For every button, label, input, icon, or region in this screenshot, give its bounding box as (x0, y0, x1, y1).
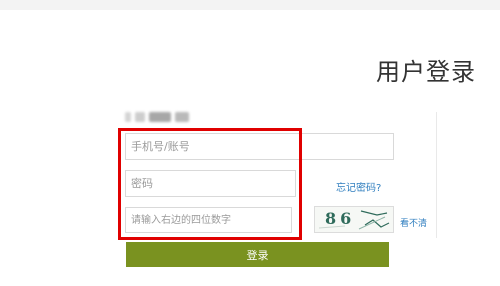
blurred-account-name (125, 110, 195, 124)
vertical-divider (436, 112, 437, 238)
username-input[interactable] (125, 133, 394, 160)
captcha-image[interactable]: 86 (314, 206, 394, 233)
captcha-noise (318, 210, 390, 230)
blur-block (135, 112, 145, 122)
refresh-captcha-link[interactable]: 看不清 (400, 216, 427, 229)
captcha-input[interactable] (125, 207, 292, 233)
top-band (0, 0, 500, 10)
forgot-password-link[interactable]: 忘记密码? (336, 179, 381, 194)
page-title: 用户登录 (376, 58, 476, 86)
blur-block (149, 112, 171, 122)
blur-block (125, 112, 131, 122)
blur-block (175, 112, 189, 122)
password-input[interactable] (125, 170, 296, 197)
login-button[interactable]: 登录 (126, 242, 389, 267)
